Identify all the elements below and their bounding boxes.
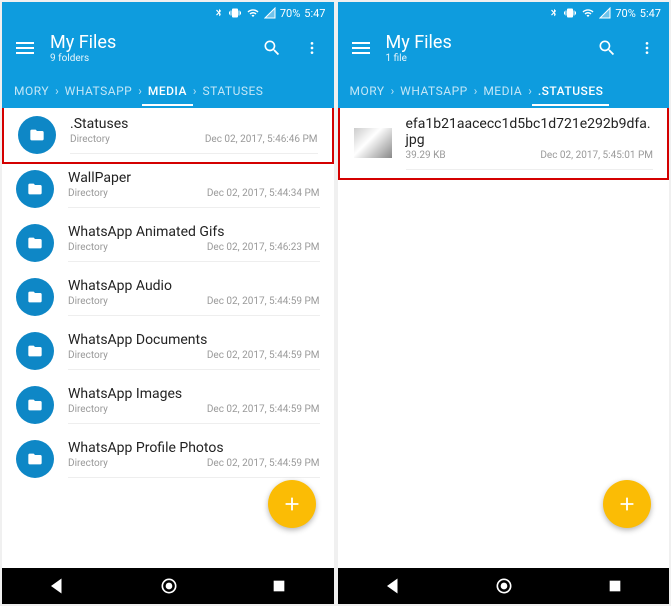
breadcrumb-item[interactable]: STATUSES — [197, 84, 270, 98]
menu-icon[interactable] — [352, 42, 370, 54]
item-type: Directory — [68, 350, 108, 361]
item-type: Directory — [68, 404, 108, 415]
phone-left: 70% 5:47 My Files 9 folders MORY ›WHATSAP… — [2, 2, 334, 604]
folder-row[interactable]: WhatsApp Images Directory Dec 02, 2017, 5:… — [2, 378, 334, 432]
battery-text: 70% — [280, 7, 300, 20]
more-icon[interactable] — [639, 38, 655, 58]
nav-bar — [338, 568, 670, 604]
app-title-block: My Files 1 file — [386, 32, 598, 64]
item-date: Dec 02, 2017, 5:44:34 PM — [207, 188, 320, 199]
signal-icon — [264, 7, 276, 19]
item-date: Dec 02, 2017, 5:44:59 PM — [207, 458, 320, 469]
item-date: Dec 02, 2017, 5:44:59 PM — [207, 350, 320, 361]
chevron-right-icon: › — [138, 84, 142, 98]
chevron-right-icon: › — [528, 84, 532, 98]
recent-button[interactable] — [271, 578, 287, 594]
folder-name: WallPaper — [68, 170, 320, 186]
vibrate-icon — [563, 7, 577, 19]
folder-icon — [16, 278, 54, 316]
app-subtitle: 1 file — [386, 53, 598, 64]
back-button[interactable] — [384, 577, 402, 595]
home-button[interactable] — [494, 576, 514, 596]
file-row[interactable]: efa1b21aacecc1d5bc1d721e292b9dfa.jpg 39.2… — [338, 108, 670, 180]
file-size: 39.29 KB — [406, 150, 446, 161]
breadcrumb-item[interactable]: WHATSAPP — [59, 84, 139, 98]
back-button[interactable] — [48, 577, 66, 595]
file-thumbnail — [354, 128, 392, 158]
app-subtitle: 9 folders — [50, 53, 262, 64]
item-date: Dec 02, 2017, 5:44:59 PM — [207, 296, 320, 307]
battery-text: 70% — [615, 7, 635, 20]
fab-add-button[interactable] — [268, 480, 316, 528]
folder-row[interactable]: WallPaper Directory Dec 02, 2017, 5:44:34 … — [2, 162, 334, 216]
app-bar: My Files 9 folders — [2, 24, 334, 74]
folder-icon — [16, 170, 54, 208]
folder-name: WhatsApp Profile Photos — [68, 440, 320, 456]
item-type: Directory — [70, 134, 110, 145]
folder-row[interactable]: WhatsApp Animated Gifs Directory Dec 02, 2… — [2, 216, 334, 270]
nav-bar — [2, 568, 334, 604]
file-list: .Statuses Directory Dec 02, 2017, 5:46:46 … — [2, 108, 334, 568]
app-title: My Files — [386, 32, 598, 53]
item-date: Dec 02, 2017, 5:46:46 PM — [205, 134, 318, 145]
folder-row[interactable]: .Statuses Directory Dec 02, 2017, 5:46:46 … — [2, 108, 334, 164]
search-icon[interactable] — [262, 38, 282, 58]
vibrate-icon — [228, 7, 242, 19]
folder-icon — [18, 116, 56, 154]
status-bar: 70% 5:47 — [2, 2, 334, 24]
wifi-icon — [581, 7, 595, 19]
folder-name: .Statuses — [70, 116, 318, 132]
phone-right: 70% 5:47 My Files 1 file MORY›WHATSAPP›M… — [338, 2, 670, 604]
more-icon[interactable] — [304, 38, 320, 58]
folder-icon — [16, 386, 54, 424]
item-type: Directory — [68, 242, 108, 253]
file-date: Dec 02, 2017, 5:45:01 PM — [540, 150, 653, 161]
item-type: Directory — [68, 188, 108, 199]
breadcrumb-item[interactable]: MORY — [8, 84, 55, 98]
item-date: Dec 02, 2017, 5:44:59 PM — [207, 404, 320, 415]
file-list: efa1b21aacecc1d5bc1d721e292b9dfa.jpg 39.2… — [338, 108, 670, 568]
breadcrumb-item[interactable]: .STATUSES — [532, 76, 610, 106]
folder-icon — [16, 332, 54, 370]
search-icon[interactable] — [597, 38, 617, 58]
signal-icon — [599, 7, 611, 19]
breadcrumb-item[interactable]: MORY — [344, 84, 391, 98]
time-text: 5:47 — [640, 7, 661, 20]
folder-name: WhatsApp Audio — [68, 278, 320, 294]
folder-row[interactable]: WhatsApp Documents Directory Dec 02, 2017,… — [2, 324, 334, 378]
fab-add-button[interactable] — [603, 480, 651, 528]
home-button[interactable] — [159, 576, 179, 596]
recent-button[interactable] — [607, 578, 623, 594]
breadcrumb-item[interactable]: MEDIA — [477, 84, 528, 98]
folder-row[interactable]: WhatsApp Profile Photos Directory Dec 02, … — [2, 432, 334, 486]
app-title-block: My Files 9 folders — [50, 32, 262, 64]
app-bar: My Files 1 file — [338, 24, 670, 74]
menu-icon[interactable] — [16, 42, 34, 54]
time-text: 5:47 — [304, 7, 325, 20]
breadcrumb: MORY›WHATSAPP›MEDIA›.STATUSES — [338, 74, 670, 108]
folder-name: WhatsApp Images — [68, 386, 320, 402]
breadcrumb-item[interactable]: WHATSAPP — [394, 84, 474, 98]
folder-name: WhatsApp Documents — [68, 332, 320, 348]
status-bar: 70% 5:47 — [338, 2, 670, 24]
folder-icon — [16, 224, 54, 262]
item-date: Dec 02, 2017, 5:46:23 PM — [207, 242, 320, 253]
bluetooth-icon — [549, 7, 559, 19]
folder-row[interactable]: WhatsApp Audio Directory Dec 02, 2017, 5:4… — [2, 270, 334, 324]
file-name: efa1b21aacecc1d5bc1d721e292b9dfa.jpg — [406, 116, 654, 148]
breadcrumb: MORY›WHATSAPP›MEDIA›STATUSES — [2, 74, 334, 108]
breadcrumb-item[interactable]: MEDIA — [142, 76, 193, 106]
bluetooth-icon — [214, 7, 224, 19]
folder-icon — [16, 440, 54, 478]
app-title: My Files — [50, 32, 262, 53]
wifi-icon — [246, 7, 260, 19]
folder-name: WhatsApp Animated Gifs — [68, 224, 320, 240]
item-type: Directory — [68, 458, 108, 469]
item-type: Directory — [68, 296, 108, 307]
